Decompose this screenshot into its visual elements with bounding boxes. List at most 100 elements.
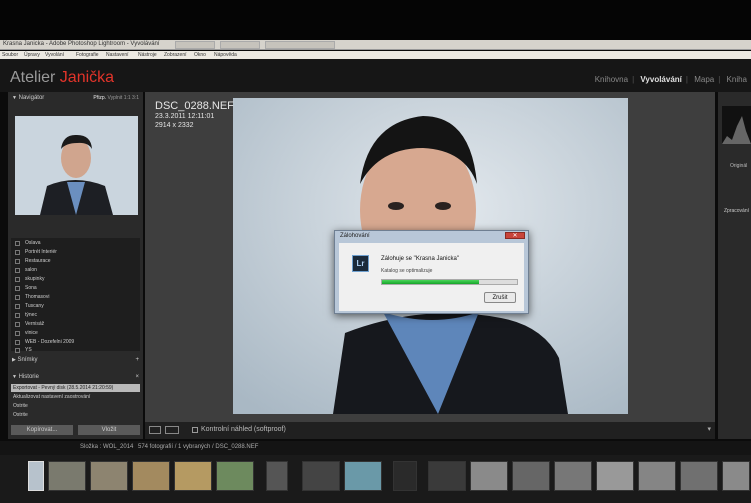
history-step[interactable]: Ostrite: [11, 411, 140, 419]
photo-count: 574 fotografií / 1 vybraných / DSC_0288.…: [138, 444, 259, 450]
processing-label: Zpracování: [724, 208, 750, 214]
clear-history-icon[interactable]: ×: [135, 372, 139, 382]
menu-settings[interactable]: Nastavení: [106, 52, 129, 58]
history-header[interactable]: ▼ Historie ×: [8, 372, 143, 382]
collection-icon: [15, 322, 20, 327]
menu-develop[interactable]: Vyvolání: [45, 52, 64, 58]
copy-button[interactable]: Kopírovat...: [11, 425, 73, 435]
before-after-icon[interactable]: [165, 426, 179, 434]
collection-item[interactable]: YS: [25, 347, 32, 353]
filmstrip-thumbnail[interactable]: [722, 461, 750, 491]
collection-item[interactable]: Restaurace: [25, 258, 51, 264]
photo-dimensions: 2914 x 2332: [155, 122, 194, 129]
menu-help[interactable]: Nápověda: [214, 52, 237, 58]
menu-tools[interactable]: Nástroje: [138, 52, 157, 58]
collection-item[interactable]: salon: [25, 267, 37, 273]
desktop-background: [0, 0, 751, 40]
nav-3-1[interactable]: 3:1: [132, 95, 139, 101]
cancel-button[interactable]: Zrušit: [484, 292, 516, 303]
filmstrip-thumbnail[interactable]: [174, 461, 212, 491]
history-step[interactable]: Ostrite: [11, 402, 140, 410]
filmstrip-thumbnail[interactable]: [470, 461, 508, 491]
dialog-title: Zálohování: [340, 233, 370, 239]
filmstrip-thumbnail[interactable]: [216, 461, 254, 491]
browser-tab[interactable]: [220, 41, 260, 49]
photo-filename: DSC_0288.NEF: [155, 100, 234, 112]
collection-icon: [15, 250, 20, 255]
module-library[interactable]: Knihovna: [595, 75, 628, 84]
collection-item[interactable]: Tuscany: [25, 303, 44, 309]
left-panel: ▼ Navigátor Přizp. Vyplnit 1:1 3:1 Oslav…: [8, 92, 143, 439]
module-map[interactable]: Mapa: [694, 75, 714, 84]
filmstrip-thumbnail[interactable]: [512, 461, 550, 491]
dialog-body: Lr Zálohuje se "Krasna Janicka" Katalog …: [339, 243, 524, 311]
filmstrip-thumbnail[interactable]: [344, 461, 382, 491]
filmstrip-thumbnail[interactable]: [638, 461, 676, 491]
toolbar-menu-icon[interactable]: ▾: [707, 425, 711, 433]
menu-window[interactable]: Okno: [194, 52, 206, 58]
collection-icon: [15, 340, 20, 345]
menu-view[interactable]: Zobrazení: [164, 52, 187, 58]
collection-icon: [15, 259, 20, 264]
collection-item[interactable]: týnec: [25, 312, 37, 318]
filmstrip-thumbnail[interactable]: [428, 461, 466, 491]
nav-1-1[interactable]: 1:1: [124, 95, 131, 101]
collection-item[interactable]: Oslava: [25, 240, 41, 246]
collection-icon: [15, 313, 20, 318]
filmstrip-thumbnail[interactable]: [90, 461, 128, 491]
filmstrip-thumbnail[interactable]: [596, 461, 634, 491]
window-title-bar: Krasna Janicka - Adobe Photoshop Lightro…: [0, 40, 751, 50]
collection-icon: [15, 241, 20, 246]
collections-list: Oslava Portrét Interiér Restaurace salon…: [11, 238, 140, 353]
filmstrip-thumbnail[interactable]: [132, 461, 170, 491]
filmstrip-source-bar: Složka : WOL_2014 574 fotografií / 1 vyb…: [0, 441, 751, 455]
lightroom-icon: Lr: [352, 255, 369, 272]
module-develop[interactable]: Vyvolávání: [640, 75, 682, 84]
right-panel: Originál Zpracování: [718, 92, 751, 439]
browser-tab[interactable]: [175, 41, 215, 49]
collection-item[interactable]: WEB - Dozefelni 2009: [25, 339, 74, 345]
window-title: Krasna Janicka - Adobe Photoshop Lightro…: [3, 41, 160, 47]
menu-photo[interactable]: Fotografie: [76, 52, 99, 58]
collection-item[interactable]: Thomasovi: [25, 294, 49, 300]
filmstrip-thumbnail[interactable]: [680, 461, 718, 491]
history-step[interactable]: Exportovat - Pevný disk (28.5.2014 21:20…: [11, 384, 140, 392]
filmstrip-thumbnail[interactable]: [48, 461, 86, 491]
collection-item[interactable]: skupinky: [25, 276, 44, 282]
menu-bar: Soubor Úpravy Vyvolání Fotografie Nastav…: [0, 51, 751, 59]
snapshots-header[interactable]: ▶ Snímky +: [8, 355, 143, 365]
nav-fit[interactable]: Přizp.: [93, 95, 106, 101]
history-step[interactable]: Aktualizovat nastavení zaostrování: [11, 393, 140, 401]
filmstrip-thumbnail[interactable]: [302, 461, 340, 491]
collection-icon: [15, 304, 20, 309]
original-label: Originál: [730, 163, 748, 169]
navigator-preview[interactable]: [15, 116, 138, 215]
filmstrip-thumbnail[interactable]: [266, 461, 288, 491]
filmstrip-thumbnail[interactable]: [28, 461, 44, 491]
collection-item[interactable]: Sona: [25, 285, 37, 291]
menu-file[interactable]: Soubor: [2, 52, 18, 58]
collection-item[interactable]: Portrét Interiér: [25, 249, 57, 255]
filmstrip-thumbnail[interactable]: [393, 461, 417, 491]
add-snapshot-icon[interactable]: +: [135, 355, 139, 365]
paste-button[interactable]: Vložit: [78, 425, 140, 435]
collection-icon: [15, 286, 20, 291]
filmstrip-thumbnail[interactable]: [554, 461, 592, 491]
navigator-header[interactable]: ▼ Navigátor Přizp. Vyplnit 1:1 3:1: [8, 93, 143, 103]
softproof-label: Kontrolní náhled (softproof): [201, 426, 286, 433]
collection-item[interactable]: Vernisáž: [25, 321, 44, 327]
menu-edit[interactable]: Úpravy: [24, 52, 40, 58]
module-picker: Knihovna | Vyvolávání | Mapa | Kniha: [594, 75, 747, 84]
histogram: [722, 106, 751, 144]
loupe-view-icon[interactable]: [149, 426, 161, 434]
softproof-checkbox[interactable]: [192, 427, 198, 433]
folder-path[interactable]: Složka : WOL_2014: [80, 444, 133, 450]
module-book[interactable]: Kniha: [727, 75, 747, 84]
collection-item[interactable]: vinice: [25, 330, 38, 336]
nav-fill[interactable]: Vyplnit: [107, 95, 122, 101]
collection-icon: [15, 348, 20, 353]
close-icon[interactable]: ✕: [505, 232, 525, 239]
photo-date: 23.3.2011 12:11:01: [155, 113, 215, 120]
browser-tab[interactable]: [265, 41, 335, 49]
progress-fill: [382, 280, 480, 284]
